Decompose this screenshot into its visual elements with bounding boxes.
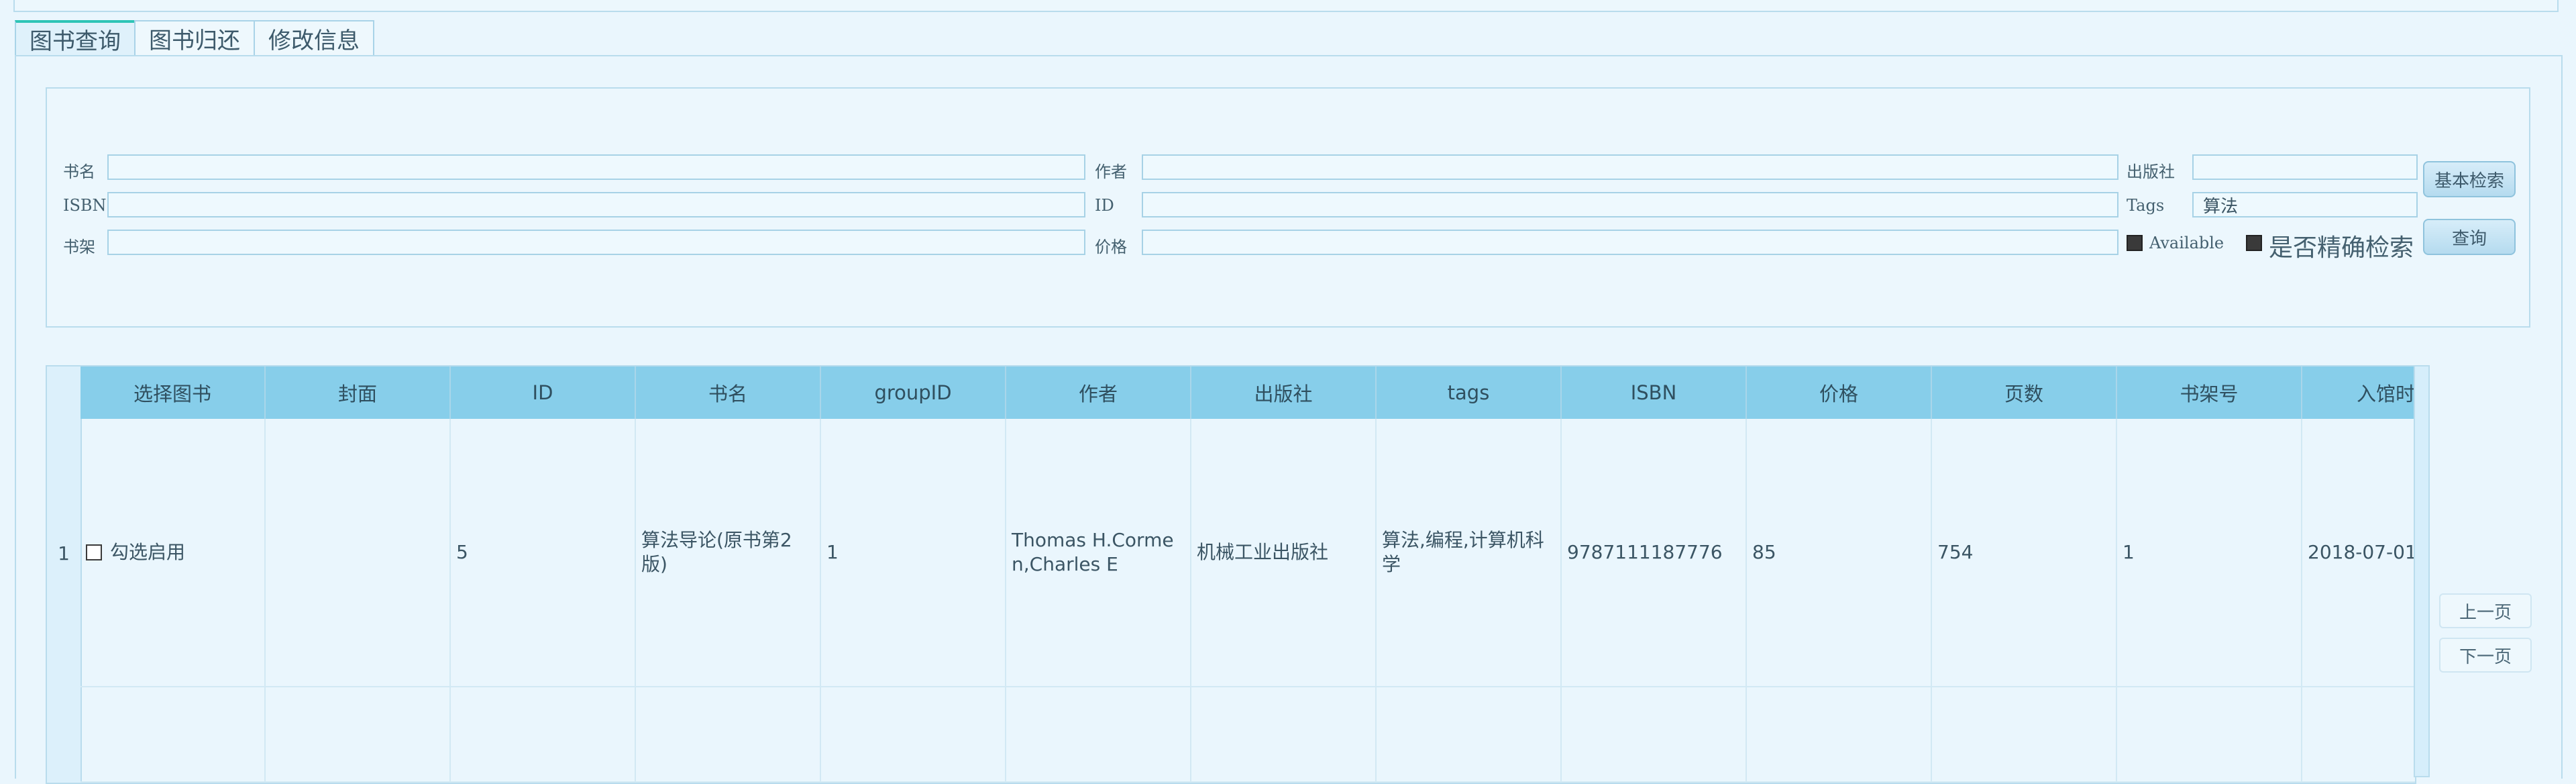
id-label: ID xyxy=(1095,196,1114,215)
book-table: 选择图书 封面 ID 书名 groupID 作者 出版社 tags ISBN 价… xyxy=(46,365,2416,784)
col-header-group-id[interactable]: groupID xyxy=(821,366,1006,419)
title-input[interactable] xyxy=(107,154,1085,180)
cell-cover xyxy=(266,419,451,687)
available-checkbox[interactable] xyxy=(2127,235,2143,251)
id-input[interactable] xyxy=(1142,192,2118,217)
cell-group-id: 1 xyxy=(821,419,1006,687)
select-book-checkbox[interactable] xyxy=(86,544,102,560)
exact-search-checkbox[interactable] xyxy=(2246,235,2262,251)
col-header-shelf[interactable]: 书架号 xyxy=(2117,366,2302,419)
table-header: 选择图书 封面 ID 书名 groupID 作者 出版社 tags ISBN 价… xyxy=(80,366,2415,419)
isbn-input[interactable] xyxy=(107,192,1085,217)
cell-pages: 754 xyxy=(1932,419,2117,687)
price-label: 价格 xyxy=(1095,238,1127,256)
col-header-isbn[interactable]: ISBN xyxy=(1562,366,1747,419)
search-form: 书名 作者 出版社 基本检索 ISBN ID Tags 书架 价格 Availa… xyxy=(46,87,2530,328)
cell-author: Thomas H.Cormen,Charles E xyxy=(1006,419,1191,687)
cell-title: 算法导论(原书第2版) xyxy=(636,419,821,687)
author-input[interactable] xyxy=(1142,154,2118,180)
col-header-author[interactable]: 作者 xyxy=(1006,366,1191,419)
prev-page-button[interactable]: 上一页 xyxy=(2439,593,2532,628)
select-book-label: 勾选启用 xyxy=(110,541,186,563)
col-header-id[interactable]: ID xyxy=(451,366,636,419)
col-header-pages[interactable]: 页数 xyxy=(1932,366,2117,419)
cell-price: 85 xyxy=(1747,419,1932,687)
author-label: 作者 xyxy=(1095,162,1127,181)
available-label: Available xyxy=(2149,234,2224,252)
col-header-date[interactable]: 入馆时 xyxy=(2302,366,2415,419)
publisher-input[interactable] xyxy=(2192,154,2418,180)
exact-search-label: 是否精确检索 xyxy=(2269,234,2414,262)
col-header-tags[interactable]: tags xyxy=(1377,366,1562,419)
row-number: 1 xyxy=(58,542,70,565)
cell-select[interactable]: 勾选启用 xyxy=(80,419,266,687)
shelf-label: 书架 xyxy=(63,238,95,256)
col-header-cover[interactable]: 封面 xyxy=(266,366,451,419)
cell-id: 5 xyxy=(451,419,636,687)
cell-isbn: 9787111187776 xyxy=(1562,419,1747,687)
shelf-input[interactable] xyxy=(107,230,1085,255)
col-header-publisher[interactable]: 出版社 xyxy=(1191,366,1377,419)
tags-input[interactable] xyxy=(2192,192,2418,217)
tab-bar: 图书查询 图书归还 修改信息 xyxy=(15,20,374,56)
col-header-select[interactable]: 选择图书 xyxy=(80,366,266,419)
col-header-title[interactable]: 书名 xyxy=(636,366,821,419)
cell-shelf: 1 xyxy=(2117,419,2302,687)
tags-label: Tags xyxy=(2127,196,2165,215)
cell-date: 2018-07-01 xyxy=(2302,419,2415,687)
price-input[interactable] xyxy=(1142,230,2118,255)
query-button[interactable]: 查询 xyxy=(2423,219,2516,255)
title-label: 书名 xyxy=(63,162,95,181)
table-vertical-scrollbar[interactable] xyxy=(2414,365,2430,777)
basic-search-button[interactable]: 基本检索 xyxy=(2423,161,2516,197)
top-panel-border xyxy=(13,0,2559,12)
isbn-label: ISBN xyxy=(63,196,107,215)
cell-tags: 算法,编程,计算机科学 xyxy=(1377,419,1562,687)
table-row[interactable]: 勾选启用 5 算法导论(原书第2版) 1 Thomas H.Cormen,Cha… xyxy=(80,419,2415,687)
table-row[interactable] xyxy=(80,687,2415,783)
publisher-label: 出版社 xyxy=(2127,162,2175,181)
col-header-price[interactable]: 价格 xyxy=(1747,366,1932,419)
cell-publisher: 机械工业出版社 xyxy=(1191,419,1377,687)
tab-edit-info[interactable]: 修改信息 xyxy=(254,20,374,56)
next-page-button[interactable]: 下一页 xyxy=(2439,638,2532,673)
tab-book-search[interactable]: 图书查询 xyxy=(15,20,136,56)
tab-book-return[interactable]: 图书归还 xyxy=(134,20,255,56)
